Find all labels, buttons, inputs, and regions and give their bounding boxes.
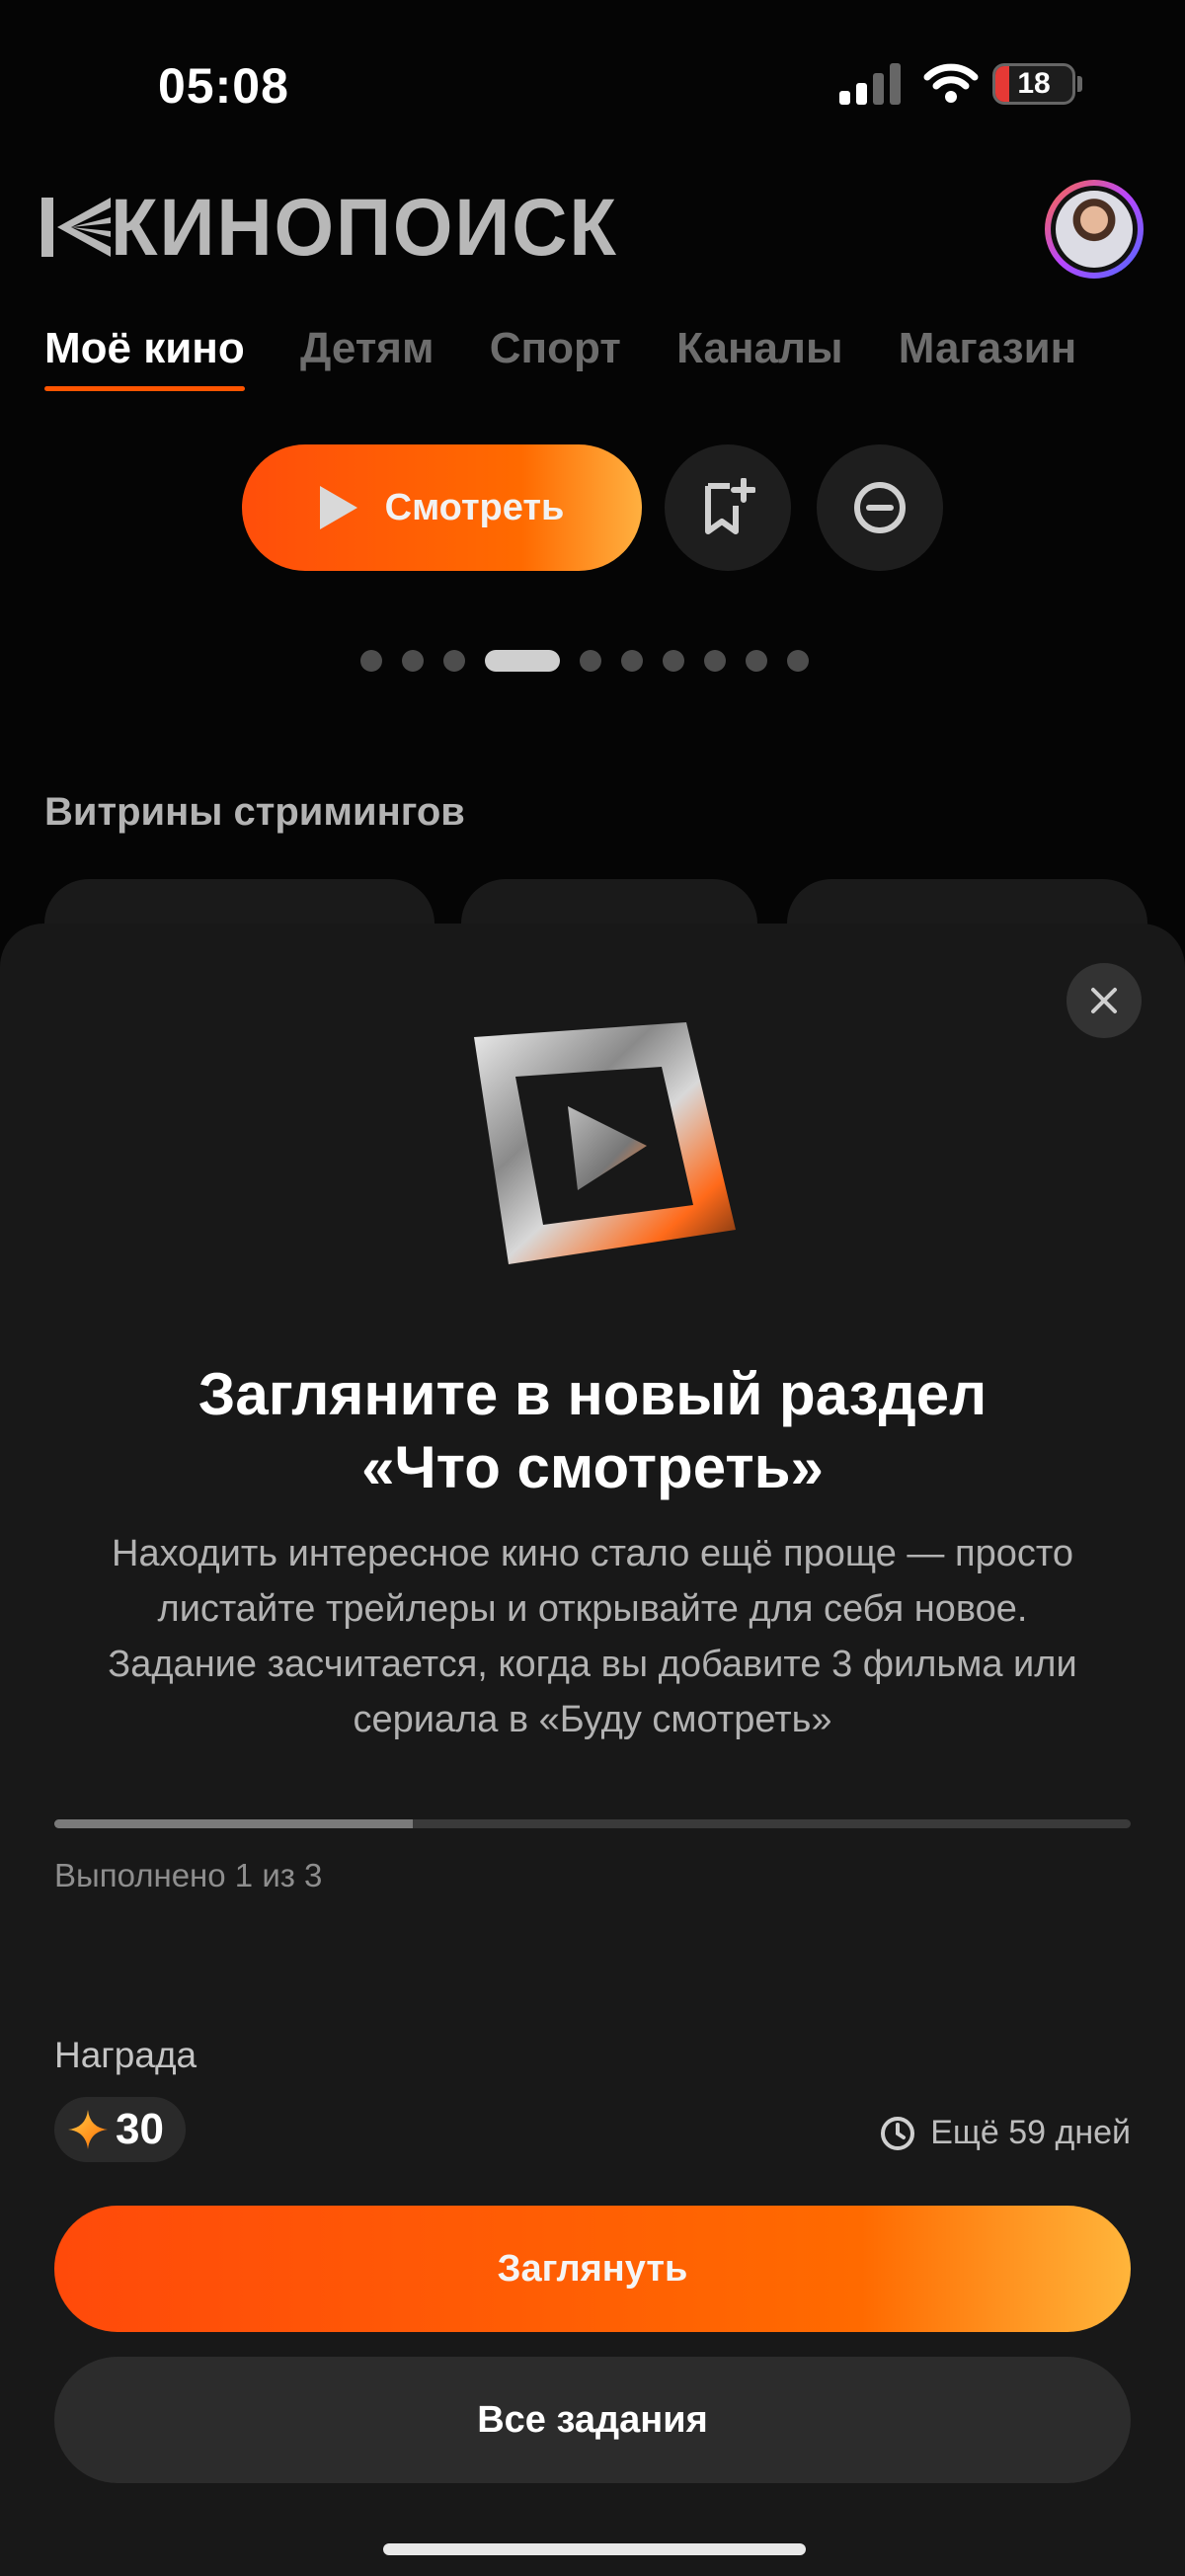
tab-sport[interactable]: Спорт xyxy=(490,324,621,391)
app-logo-text: КИНОПОИСК xyxy=(111,183,618,273)
battery-percent: 18 xyxy=(1017,67,1051,100)
deadline-text: Ещё 59 дней xyxy=(930,2114,1131,2151)
not-interested-button[interactable] xyxy=(817,444,943,571)
kinopoisk-logo-icon xyxy=(41,198,111,257)
home-indicator xyxy=(383,2543,806,2555)
carousel-dot xyxy=(746,650,767,672)
task-progress-fill xyxy=(54,1819,414,1828)
cellular-signal-icon xyxy=(839,61,901,105)
task-deadline: Ещё 59 дней xyxy=(879,2114,1131,2152)
tab-kids[interactable]: Детям xyxy=(300,324,434,391)
avatar[interactable] xyxy=(1045,180,1144,279)
tab-store[interactable]: Магазин xyxy=(899,324,1077,391)
clock-icon xyxy=(881,2116,915,2150)
carousel-dot xyxy=(402,650,424,672)
play-icon xyxy=(319,486,357,529)
reward-badge: 30 xyxy=(54,2097,186,2162)
task-description-line: Находить интересное кино стало ещё проще… xyxy=(112,1533,1073,1574)
reward-label: Награда xyxy=(54,2035,198,2075)
task-title: Загляните в новый раздел «Что смотреть» xyxy=(0,1358,1185,1504)
carousel-dot xyxy=(787,650,809,672)
tab-bar: Моё кино Детям Спорт Каналы Магазин xyxy=(44,324,1120,391)
carousel-dot xyxy=(580,650,601,672)
reward-value: 30 xyxy=(116,2105,164,2153)
wifi-icon xyxy=(923,63,979,103)
task-title-line2: «Что смотреть» xyxy=(361,1434,824,1500)
task-description-line: листайте трейлеры и открывайте для себя … xyxy=(157,1588,1028,1630)
bookmark-plus-icon xyxy=(705,478,755,534)
all-tasks-button[interactable]: Все задания xyxy=(54,2357,1131,2483)
watch-button-label: Смотреть xyxy=(384,486,565,528)
carousel-dot xyxy=(663,650,684,672)
sparkle-icon xyxy=(68,2110,108,2149)
carousel-dot xyxy=(704,650,726,672)
task-title-line1: Загляните в новый раздел xyxy=(198,1361,988,1427)
task-progress-text: Выполнено 1 из 3 xyxy=(54,1857,323,1893)
carousel-dot xyxy=(360,650,382,672)
minus-circle-icon xyxy=(854,482,906,533)
section-title: Витрины стримингов xyxy=(44,790,465,834)
tab-channels[interactable]: Каналы xyxy=(676,324,842,391)
task-progress-bar xyxy=(54,1819,1131,1828)
battery-icon: 18 xyxy=(992,63,1075,105)
play-frame-illustration xyxy=(474,1022,736,1264)
carousel-dot xyxy=(621,650,643,672)
task-description-line: Задание засчитается, когда вы добавите 3… xyxy=(108,1644,1077,1685)
take-a-look-button[interactable]: Заглянуть xyxy=(54,2206,1131,2332)
tab-my-movies[interactable]: Моё кино xyxy=(44,324,245,391)
watch-button[interactable]: Смотреть xyxy=(242,444,642,571)
add-to-watchlist-button[interactable] xyxy=(665,444,791,571)
carousel-dot xyxy=(443,650,465,672)
carousel-indicator xyxy=(360,649,809,673)
status-time: 05:08 xyxy=(158,58,289,114)
avatar-photo xyxy=(1056,191,1133,268)
task-description: Находить интересное кино стало ещё проще… xyxy=(40,1526,1146,1747)
carousel-dot xyxy=(485,650,560,672)
battery-cap xyxy=(1077,76,1082,92)
close-icon xyxy=(1091,988,1117,1013)
close-button[interactable] xyxy=(1066,963,1142,1038)
task-description-line: сериала в «Буду смотреть» xyxy=(353,1699,832,1740)
